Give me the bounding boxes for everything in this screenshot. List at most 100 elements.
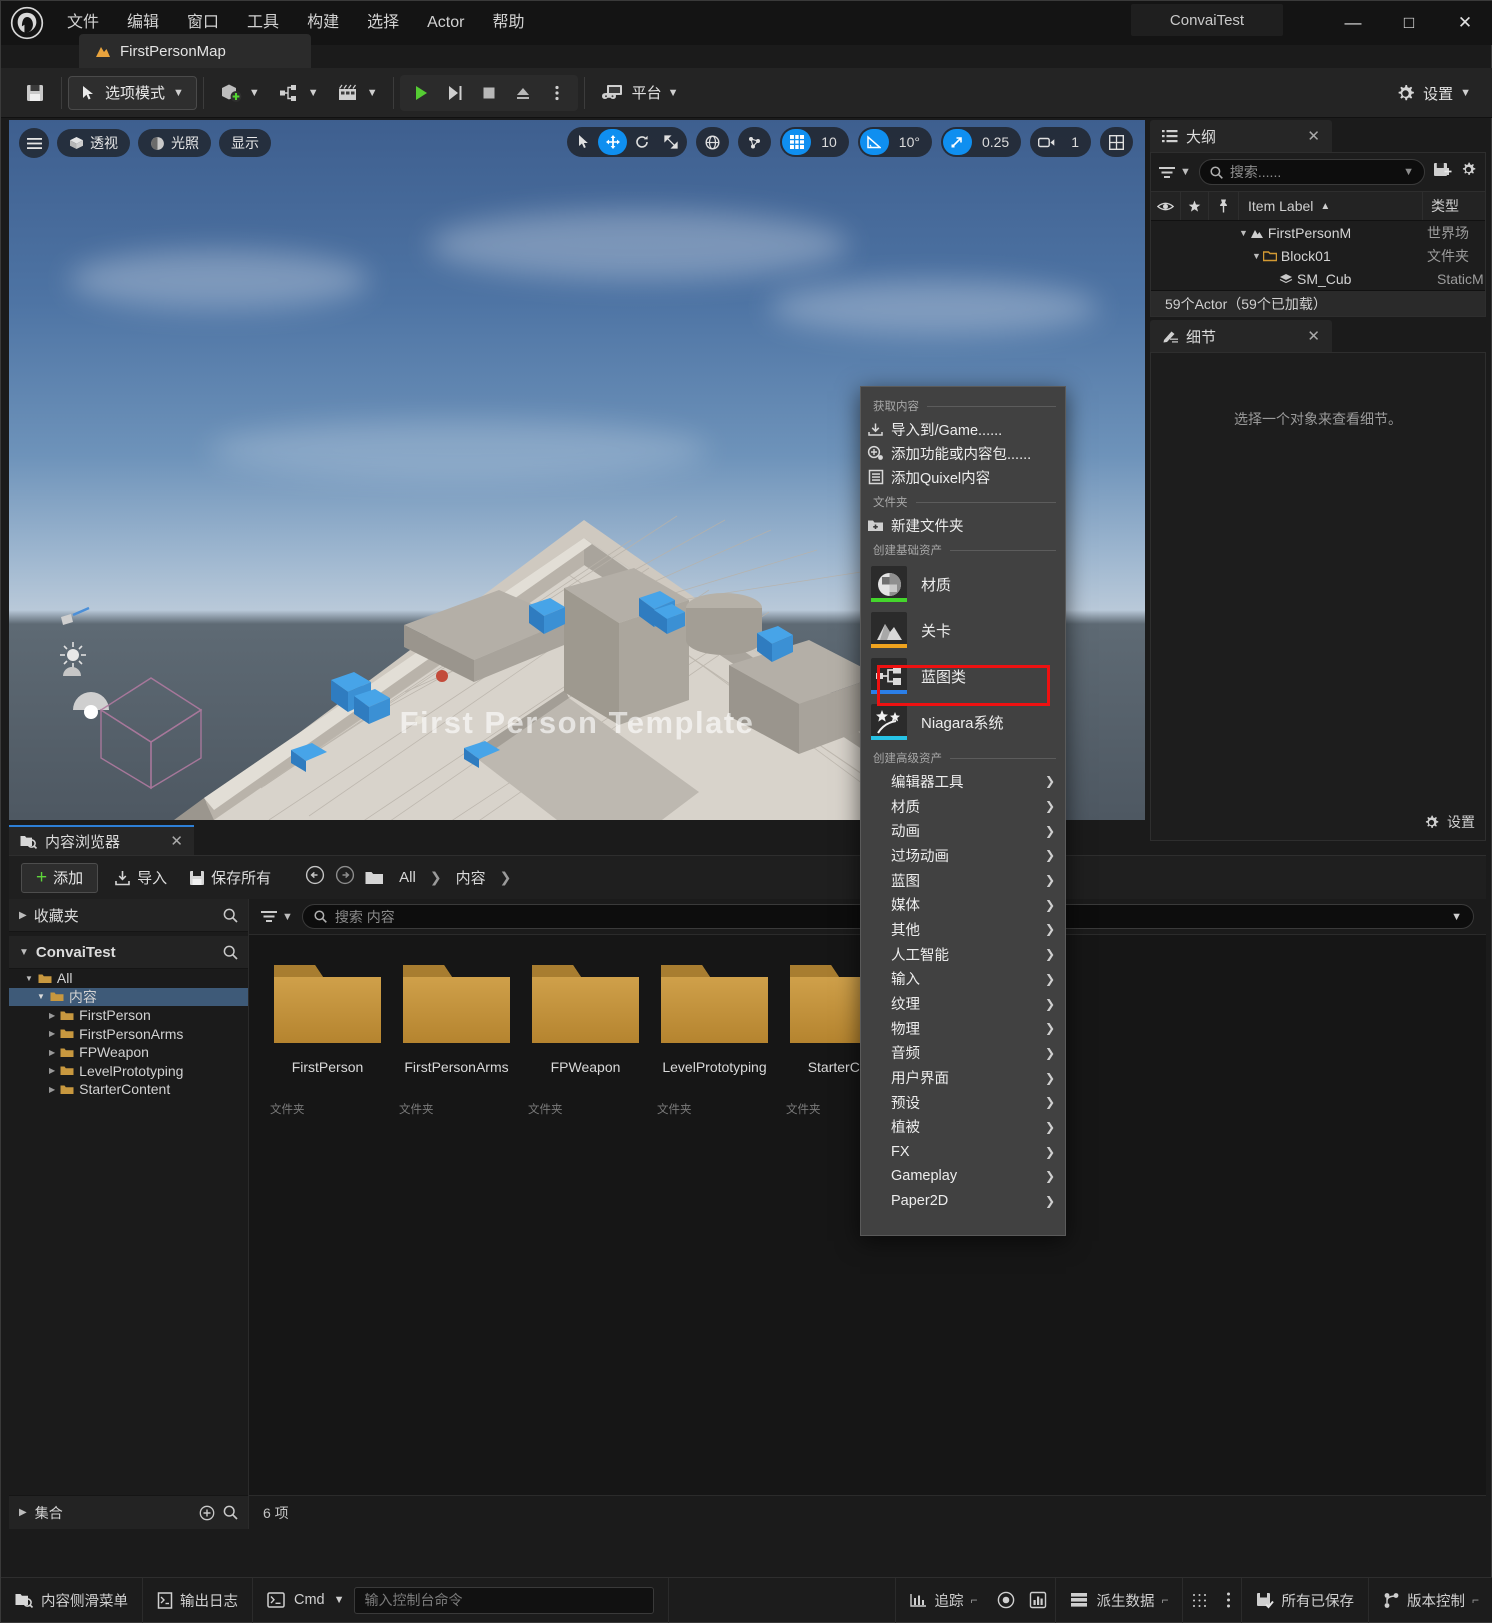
menu-item-add-feature[interactable]: 添加功能或内容包...... xyxy=(861,441,1065,465)
close-button[interactable]: ✕ xyxy=(1437,1,1492,45)
grid-dots-button[interactable] xyxy=(1183,1578,1216,1623)
collapse-arrow-icon[interactable]: ▶ xyxy=(19,910,27,921)
menu-item-help[interactable]: 帮助 xyxy=(478,1,538,45)
output-log-button[interactable]: 输出日志 xyxy=(143,1577,253,1623)
tree-item-startercontent[interactable]: ▶ StarterContent xyxy=(9,1080,248,1099)
submenu-texture[interactable]: 纹理 ❯ xyxy=(861,991,1065,1016)
content-browser-close-icon[interactable]: ✕ xyxy=(170,832,183,850)
eject-button[interactable] xyxy=(506,76,540,110)
submenu-foliage[interactable]: 植被 ❯ xyxy=(861,1115,1065,1140)
rotate-tool-icon[interactable] xyxy=(627,129,656,155)
tree-item-fpweapon[interactable]: ▶ FPWeapon xyxy=(9,1043,248,1062)
tree-item-all[interactable]: ▼ All xyxy=(9,969,248,988)
submenu-presets[interactable]: 预设 ❯ xyxy=(861,1090,1065,1115)
submenu-user-interface[interactable]: 用户界面 ❯ xyxy=(861,1065,1065,1090)
submenu-audio[interactable]: 音频 ❯ xyxy=(861,1041,1065,1066)
viewport-menu-button[interactable] xyxy=(19,128,49,158)
grid-snap-icon[interactable] xyxy=(782,129,812,155)
maximize-button[interactable]: □ xyxy=(1381,1,1437,45)
nav-forward-button[interactable] xyxy=(335,865,355,890)
platforms-button[interactable]: 平台 ▼ xyxy=(591,76,688,110)
chevron-down-icon[interactable]: ▼ xyxy=(334,1594,345,1606)
viewport-lighting-button[interactable]: 光照 xyxy=(138,129,211,157)
minimize-button[interactable]: — xyxy=(1325,1,1381,45)
asset-filter-button[interactable]: ▼ xyxy=(261,910,293,923)
tree-item-levelprototyping[interactable]: ▶ LevelPrototyping xyxy=(9,1062,248,1081)
content-drawer-button[interactable]: 内容侧滑菜单 xyxy=(1,1577,143,1623)
favorite-column-icon[interactable] xyxy=(1181,192,1209,220)
content-browser-tab[interactable]: 内容浏览器 ✕ xyxy=(9,825,194,855)
collapse-arrow-icon[interactable]: ▶ xyxy=(49,1011,55,1020)
add-content-button[interactable]: + 添加 xyxy=(21,862,99,893)
menu-item-add-quixel[interactable]: 添加Quixel内容 xyxy=(861,465,1065,489)
camera-icon[interactable] xyxy=(1032,129,1061,155)
viewport-perspective-button[interactable]: 透视 xyxy=(57,129,130,157)
collapse-arrow-icon[interactable]: ▶ xyxy=(49,1029,55,1038)
menu-item-actor[interactable]: Actor xyxy=(413,1,478,45)
surface-snap-icon[interactable] xyxy=(740,129,769,155)
tree-item-firstpersonarms[interactable]: ▶ FirstPersonArms xyxy=(9,1025,248,1044)
blueprints-button[interactable]: ▼ xyxy=(269,76,328,110)
collapse-arrow-icon[interactable]: ▶ xyxy=(49,1066,55,1075)
outliner-search-input[interactable]: 搜索...... ▼ xyxy=(1198,159,1425,185)
submenu-material[interactable]: 材质 ❯ xyxy=(861,794,1065,819)
nav-back-button[interactable] xyxy=(305,865,325,890)
derived-data-button[interactable]: 派生数据 ⌐ xyxy=(1056,1577,1184,1623)
level-tab[interactable]: FirstPersonMap xyxy=(79,34,311,68)
outliner-save-button[interactable] xyxy=(1433,161,1452,183)
outliner-type-column-label[interactable]: 类型 xyxy=(1423,192,1485,220)
search-icon[interactable] xyxy=(223,945,238,960)
status-more-button[interactable] xyxy=(1216,1577,1243,1623)
move-tool-icon[interactable] xyxy=(598,129,628,155)
console-command-input[interactable]: 输入控制台命令 xyxy=(353,1586,654,1614)
tree-item-firstperson[interactable]: ▶ FirstPerson xyxy=(9,1006,248,1025)
expand-arrow-icon[interactable]: ▼ xyxy=(19,947,29,958)
submenu-editor-tools[interactable]: 编辑器工具 ❯ xyxy=(861,769,1065,794)
details-tab[interactable]: 细节 ✕ xyxy=(1150,320,1332,352)
collapse-arrow-icon[interactable]: ▶ xyxy=(49,1085,55,1094)
search-icon[interactable] xyxy=(223,908,238,923)
scale-tool-icon[interactable] xyxy=(656,129,685,155)
menu-item-import[interactable]: 导入到/Game...... xyxy=(861,417,1065,441)
menu-item-material[interactable]: 材质 xyxy=(861,561,1065,607)
menu-item-blueprint-class[interactable]: 蓝图类 xyxy=(861,653,1065,699)
cmd-label[interactable]: Cmd xyxy=(294,1592,325,1608)
submenu-input[interactable]: 输入 ❯ xyxy=(861,967,1065,992)
world-space-icon[interactable] xyxy=(698,129,727,155)
collapse-arrow-icon[interactable]: ▶ xyxy=(49,1048,55,1057)
play-options-button[interactable] xyxy=(540,76,574,110)
source-control-button[interactable]: 版本控制 ⌐ xyxy=(1369,1578,1492,1623)
unreal-logo-icon[interactable] xyxy=(1,1,53,45)
outliner-row-mesh[interactable]: SM_Cub StaticM xyxy=(1151,267,1485,290)
submenu-physics[interactable]: 物理 ❯ xyxy=(861,1016,1065,1041)
submenu-blueprint[interactable]: 蓝图 ❯ xyxy=(861,868,1065,893)
outliner-row-folder[interactable]: ▼ Block01 文件夹 xyxy=(1151,244,1485,267)
profiler-button[interactable] xyxy=(991,1578,1021,1623)
submenu-media[interactable]: 媒体 ❯ xyxy=(861,892,1065,917)
submenu-artificial-intelligence[interactable]: 人工智能 ❯ xyxy=(861,942,1065,967)
sort-ascending-icon[interactable]: ▲ xyxy=(1320,201,1330,212)
menu-item-niagara-system[interactable]: Niagara系统 xyxy=(861,699,1065,745)
outliner-filter-button[interactable]: ▼ xyxy=(1159,166,1191,179)
favorites-header[interactable]: ▶ 收藏夹 xyxy=(9,899,248,932)
visibility-column-icon[interactable] xyxy=(1151,192,1181,220)
stop-button[interactable] xyxy=(472,76,506,110)
submenu-cinematics[interactable]: 过场动画 ❯ xyxy=(861,843,1065,868)
collections-row[interactable]: ▶ 集合 xyxy=(9,1495,248,1529)
scale-snap-value[interactable]: 0.25 xyxy=(972,134,1019,150)
camera-speed-value[interactable]: 1 xyxy=(1061,134,1089,150)
chevron-down-icon[interactable]: ▼ xyxy=(1451,911,1462,923)
search-icon[interactable] xyxy=(223,1505,238,1520)
pin-column-icon[interactable] xyxy=(1209,192,1239,220)
outliner-tab[interactable]: 大纲 ✕ xyxy=(1150,120,1332,152)
expand-arrow-icon[interactable]: ▼ xyxy=(25,974,33,983)
save-all-button[interactable]: 保存所有 xyxy=(183,863,277,892)
grid-snap-value[interactable]: 10 xyxy=(811,134,847,150)
add-actor-button[interactable]: ▼ xyxy=(210,76,269,110)
menu-item-select[interactable]: 选择 xyxy=(353,1,413,45)
folder-tile[interactable]: FirstPersonArms 文件夹 xyxy=(392,949,521,1117)
tree-item-content[interactable]: ▼ 内容 xyxy=(9,987,248,1006)
stats-button[interactable] xyxy=(1021,1577,1057,1623)
viewport-show-button[interactable]: 显示 xyxy=(219,129,271,157)
chevron-down-icon[interactable]: ▼ xyxy=(1403,166,1414,178)
